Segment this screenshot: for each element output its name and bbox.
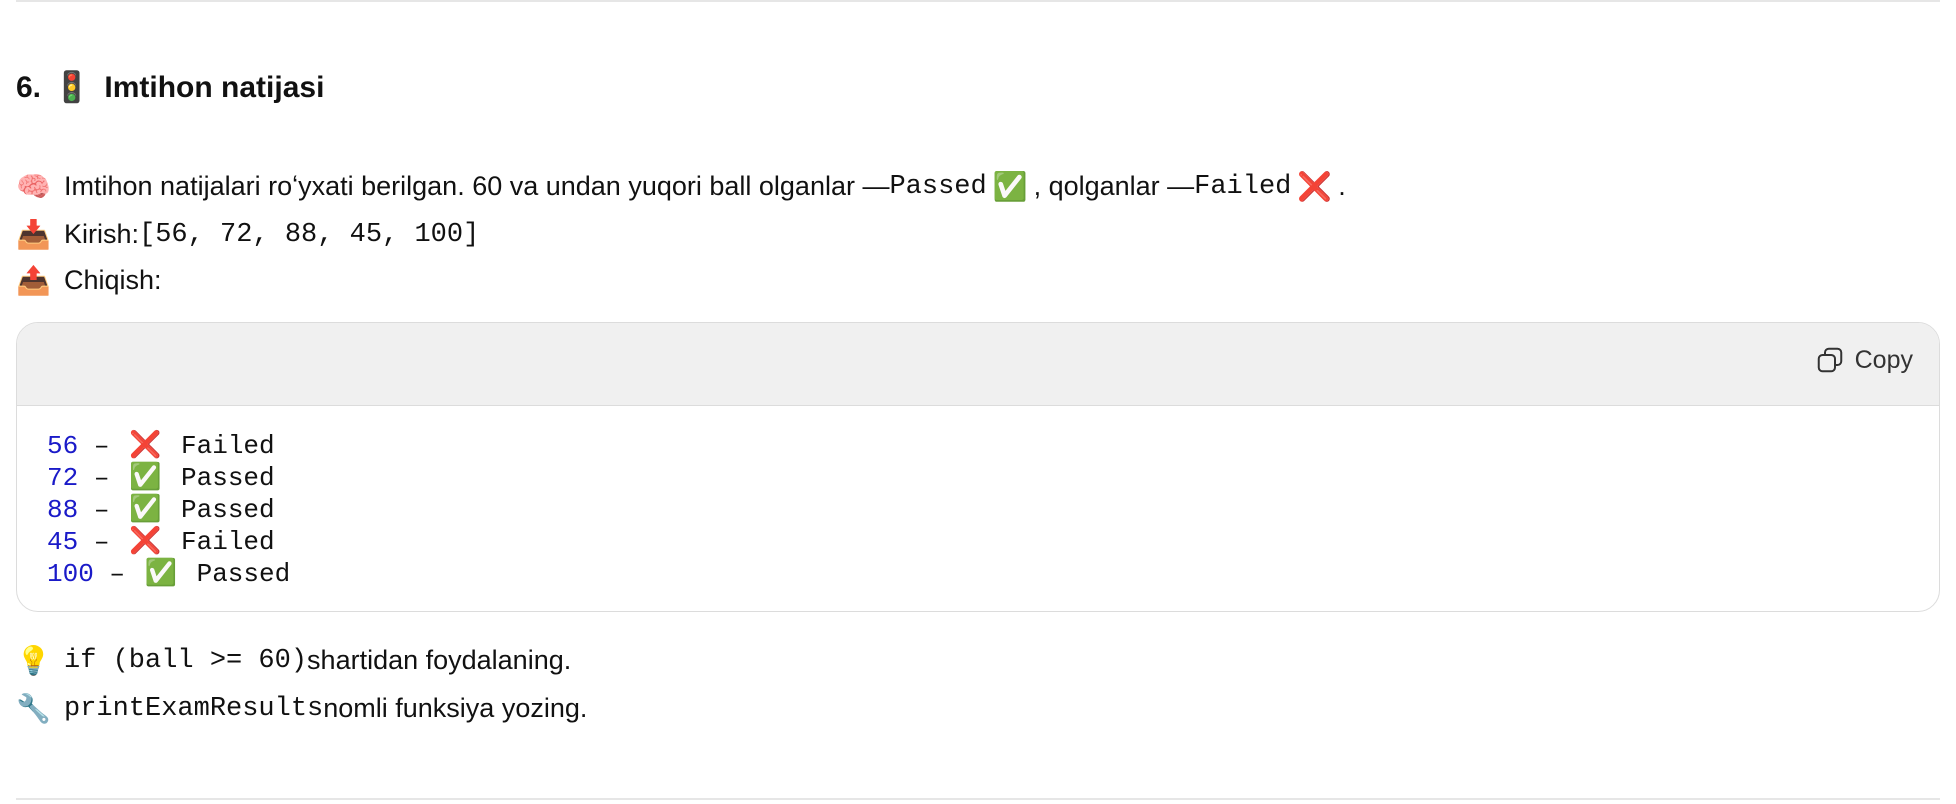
hint-text: shartidan foydalaning. — [307, 645, 572, 675]
code-block: Copy 56 – ❌ Failed 72 – ✅ Passed 88 – ✅ … — [16, 322, 1940, 612]
wrench-icon: 🔧 — [16, 693, 51, 724]
cross-icon: ❌ — [129, 527, 162, 557]
separator: – — [78, 431, 126, 461]
check-icon: ✅ — [144, 559, 177, 589]
output-label: Chiqish: — [64, 265, 162, 295]
outbox-tray-icon: 📤 — [16, 265, 51, 296]
hint-code: if (ball >= 60) — [64, 645, 308, 676]
intro-text-a: Imtihon natijalari roʻyxati berilgan. 60… — [64, 171, 890, 201]
traffic-light-icon: 🚦 — [53, 71, 91, 104]
score: 100 — [47, 559, 94, 589]
score: 56 — [47, 431, 79, 461]
section-title: Imtihon natijasi — [104, 70, 325, 104]
separator: – — [78, 495, 126, 525]
status: Failed — [165, 431, 275, 461]
input-line: 📥 Kirish: [56, 72, 88, 45, 100] — [16, 218, 479, 251]
bottom-divider — [16, 798, 1940, 800]
brain-icon: 🧠 — [16, 171, 51, 202]
score: 45 — [47, 527, 79, 557]
copy-button[interactable]: Copy — [1815, 345, 1913, 375]
code-line: 88 – ✅ Passed — [47, 494, 1939, 526]
code-line: 45 – ❌ Failed — [47, 526, 1939, 558]
status: Failed — [165, 527, 275, 557]
inbox-tray-icon: 📥 — [16, 219, 51, 250]
separator: – — [78, 463, 126, 493]
code-line: 72 – ✅ Passed — [47, 462, 1939, 494]
section-heading: 6. 🚦 Imtihon natijasi — [16, 70, 324, 105]
check-icon: ✅ — [129, 495, 162, 525]
task-text: nomli funksiya yozing. — [323, 693, 588, 723]
code-block-header: Copy — [17, 323, 1939, 406]
cross-icon: ❌ — [129, 431, 162, 461]
cross-icon: ❌ — [1297, 171, 1333, 202]
check-icon: ✅ — [129, 463, 162, 493]
copy-icon — [1817, 347, 1842, 373]
score: 88 — [47, 495, 79, 525]
separator: – — [93, 559, 141, 589]
score: 72 — [47, 463, 79, 493]
input-value: [56, 72, 88, 45, 100] — [139, 219, 480, 250]
function-name-code: printExamResults — [64, 693, 324, 724]
separator: – — [78, 527, 126, 557]
task-line: 🔧 printExamResults nomli funksiya yozing… — [16, 692, 587, 725]
code-line: 100 – ✅ Passed — [47, 558, 1939, 590]
hint-line: 💡 if (ball >= 60) shartidan foydalaning. — [16, 644, 571, 677]
input-label: Kirish: — [64, 219, 140, 249]
top-divider — [16, 0, 1940, 2]
passed-code: Passed — [889, 171, 987, 202]
status: Passed — [165, 463, 275, 493]
section-number: 6. — [16, 70, 42, 104]
failed-code: Failed — [1194, 171, 1292, 202]
output-line: 📤 Chiqish: — [16, 264, 162, 297]
intro-line: 🧠 Imtihon natijalari roʻyxati berilgan. … — [16, 170, 1346, 203]
light-bulb-icon: 💡 — [16, 645, 51, 676]
code-line: 56 – ❌ Failed — [47, 430, 1939, 462]
copy-label: Copy — [1854, 345, 1913, 374]
intro-text-b: , qolganlar — — [1033, 171, 1195, 201]
status: Passed — [181, 559, 291, 589]
code-body: 56 – ❌ Failed 72 – ✅ Passed 88 – ✅ Passe… — [17, 406, 1939, 590]
check-icon: ✅ — [992, 171, 1028, 202]
status: Passed — [165, 495, 275, 525]
intro-text-c: . — [1338, 171, 1346, 201]
